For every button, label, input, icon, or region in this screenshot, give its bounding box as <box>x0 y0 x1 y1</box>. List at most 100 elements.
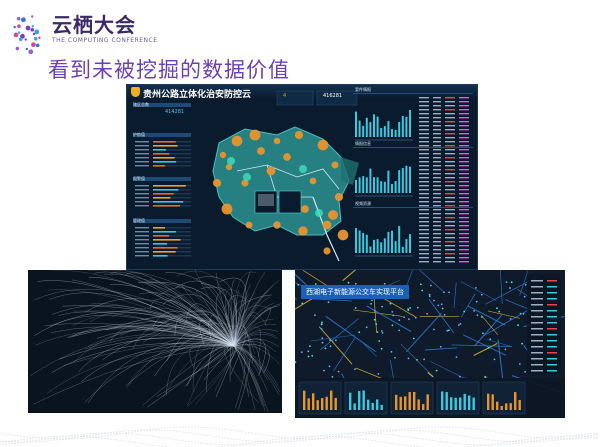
table-cell <box>459 257 469 259</box>
wave-dot <box>101 437 103 439</box>
wave-dot <box>221 437 223 439</box>
bus-dot <box>295 361 297 363</box>
table-cell <box>419 261 429 263</box>
bus-dot <box>473 310 475 312</box>
wave-dot <box>545 440 547 442</box>
table-cell <box>419 105 429 107</box>
wave-dot <box>308 435 310 437</box>
panel-bar <box>387 231 390 253</box>
wave-dot <box>374 430 376 432</box>
table-cell <box>459 165 469 167</box>
bus-dot <box>428 295 431 298</box>
wave-dot <box>545 436 547 438</box>
wave-dot <box>593 436 595 438</box>
wave-dot <box>104 437 106 439</box>
wave-dot <box>365 434 367 436</box>
wave-dot <box>0 440 1 442</box>
wave-dot <box>131 431 133 433</box>
wave-dot <box>140 434 142 436</box>
wave-dot <box>161 437 163 439</box>
wave-dot <box>110 432 112 434</box>
wave-dot <box>134 433 136 435</box>
wave-dot <box>131 433 133 435</box>
bus-dot <box>321 337 324 339</box>
road-line <box>405 312 442 353</box>
wave-dot <box>452 434 454 436</box>
wave-dot <box>86 437 88 439</box>
wave-dot <box>32 437 34 439</box>
wave-dot <box>383 433 385 435</box>
wave-dot <box>521 442 523 444</box>
table-cell <box>433 105 441 107</box>
table-cell <box>419 241 429 243</box>
wave-dot <box>248 442 250 444</box>
side-cell <box>547 364 557 366</box>
wave-dot <box>152 444 154 446</box>
table-cell <box>419 129 429 131</box>
wave-dot <box>134 442 136 444</box>
wave-dot <box>341 433 343 435</box>
wave-dot <box>494 439 496 441</box>
wave-dot <box>392 442 394 445</box>
table-cell <box>445 225 455 227</box>
table-cell <box>419 181 429 183</box>
wave-dot <box>254 443 256 445</box>
wave-dot <box>380 431 382 433</box>
wave-dot <box>59 435 61 437</box>
logo-dot <box>25 25 31 31</box>
wave-dot <box>371 432 373 434</box>
logo-dot <box>31 42 36 48</box>
wave-dot <box>212 427 214 429</box>
bus-dot <box>448 291 450 294</box>
wave-dot <box>590 437 592 439</box>
wave-dot <box>2 441 4 443</box>
wave-dot <box>446 426 448 428</box>
wave-dot <box>269 435 271 437</box>
wave-dot <box>455 434 457 436</box>
wave-dot <box>68 435 70 437</box>
table-cell <box>433 241 441 243</box>
wave-dot <box>536 441 538 443</box>
wave-dot <box>23 435 25 437</box>
bus-dot <box>433 328 435 331</box>
wave-dot <box>377 433 379 435</box>
wave-dot <box>521 435 523 437</box>
table-cell <box>419 213 429 215</box>
wave-dot <box>239 430 241 432</box>
table-cell <box>433 145 441 147</box>
wave-dot <box>47 438 49 440</box>
bus-dot <box>398 319 401 322</box>
wave-dot <box>584 437 586 439</box>
wave-dot <box>500 440 502 442</box>
panel-bar <box>394 241 397 253</box>
table-cell <box>433 125 441 127</box>
table-cell <box>433 245 441 247</box>
stat-label <box>135 161 149 163</box>
wave-dot <box>44 438 46 440</box>
table-cell <box>433 189 441 191</box>
table-cell <box>445 193 455 195</box>
flow-line <box>233 345 256 411</box>
wave-dot <box>320 435 322 437</box>
table-cell <box>433 233 441 235</box>
wave-dot <box>569 435 571 437</box>
map-hotspot <box>315 209 323 217</box>
table-cell <box>445 153 455 155</box>
table-cell <box>459 249 469 251</box>
table-cell <box>419 189 429 191</box>
wave-dot <box>470 428 472 430</box>
wave-dot <box>329 435 331 437</box>
wave-dot <box>326 435 328 437</box>
wave-dot <box>182 431 184 433</box>
wave-dot <box>575 437 577 439</box>
bus-dot <box>435 369 438 372</box>
table-cell <box>433 117 441 119</box>
wave-dot <box>482 444 484 447</box>
table-cell <box>433 149 441 151</box>
wave-dot <box>338 437 340 439</box>
wave-dot <box>44 440 46 442</box>
wave-dot <box>527 436 529 438</box>
brand: 云栖大会 THE COMPUTING CONFERENCE <box>52 14 158 44</box>
logo-dot <box>38 36 41 39</box>
wave-dot <box>41 438 43 441</box>
